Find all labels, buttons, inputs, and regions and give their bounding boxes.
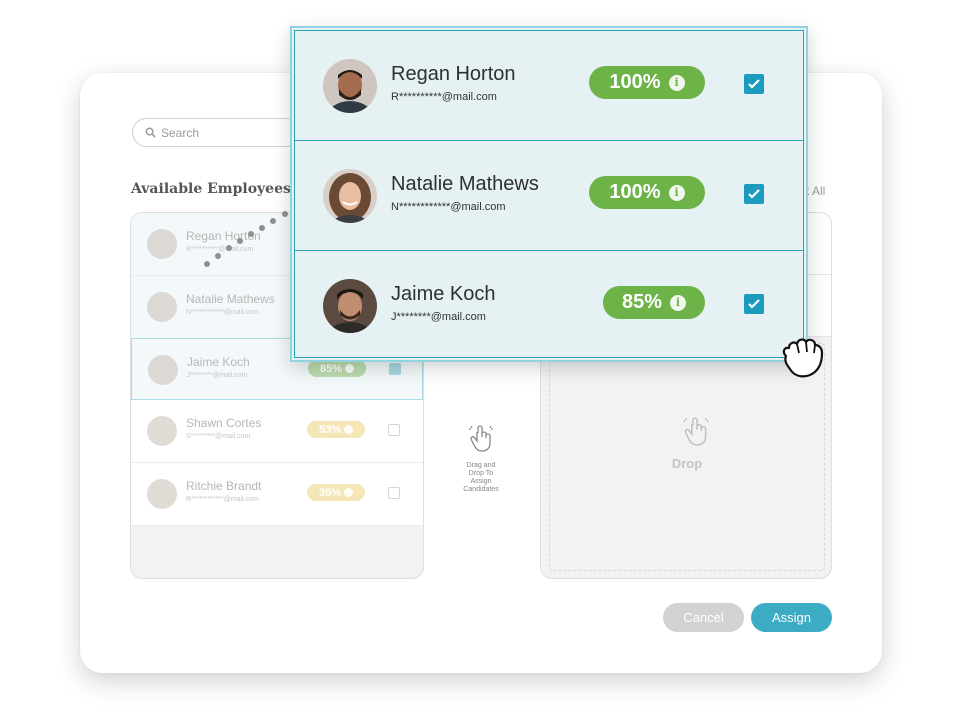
row-checkbox[interactable]	[388, 487, 400, 499]
employee-name: Regan Horton	[391, 63, 516, 85]
dragged-selection-overlay[interactable]: Regan Horton R**********@mail.com 100% i…	[290, 26, 808, 362]
score-badge: 53%	[307, 421, 365, 438]
drag-drop-hint: Drag and Drop To Assign Candidates	[460, 423, 502, 494]
avatar	[147, 479, 177, 509]
list-item[interactable]: Ritchie Brandt R************@mail.com 35…	[131, 463, 423, 526]
hint-line: Drag and	[466, 462, 496, 469]
employee-email: J********@mail.com	[391, 311, 486, 323]
employee-email: J********@mail.com	[187, 372, 248, 379]
employee-email: N************@mail.com	[391, 201, 506, 213]
info-icon[interactable]	[344, 488, 354, 497]
avatar	[147, 229, 177, 259]
row-checkbox[interactable]	[744, 184, 764, 204]
dragged-items: Regan Horton R**********@mail.com 100% i…	[294, 30, 804, 358]
drop-label: Drop	[671, 456, 703, 471]
info-icon[interactable]: i	[670, 294, 687, 311]
search-placeholder: Search	[161, 125, 200, 140]
employee-name: Natalie Mathews	[391, 173, 539, 195]
list-item[interactable]: Shawn Cortes S*********@mail.com 53%	[131, 400, 423, 463]
employee-email: R**********@mail.com	[391, 91, 497, 103]
info-icon[interactable]: i	[668, 74, 685, 91]
employee-name: Jaime Koch	[187, 355, 250, 369]
row-checkbox[interactable]	[388, 424, 400, 436]
avatar	[147, 416, 177, 446]
hint-line: Assign	[470, 478, 492, 485]
score-value: 100%	[609, 181, 661, 203]
score-badge: 85%	[308, 360, 366, 377]
avatar	[147, 292, 177, 322]
score-badge: 100% i	[589, 66, 705, 99]
score-value: 85%	[621, 291, 663, 313]
employee-name: Jaime Koch	[391, 283, 496, 305]
select-all-link[interactable]: t All	[806, 184, 825, 198]
cancel-button[interactable]: Cancel	[663, 603, 744, 632]
row-checkbox[interactable]	[744, 294, 764, 314]
dragged-item[interactable]: Regan Horton R**********@mail.com 100% i	[295, 31, 803, 141]
avatar	[323, 59, 377, 113]
drag-path-dots	[204, 211, 288, 267]
check-icon	[748, 79, 760, 89]
score-badge: 85% i	[603, 286, 705, 319]
employee-name: Ritchie Brandt	[186, 479, 262, 493]
score-value: 53%	[318, 423, 342, 436]
info-icon[interactable]	[344, 425, 354, 434]
check-icon	[748, 299, 760, 309]
hint-line: Drop To	[468, 470, 494, 477]
drag-hand-icon	[460, 423, 502, 456]
score-value: 100%	[609, 71, 661, 93]
score-badge: 100% i	[589, 176, 705, 209]
drag-hand-icon	[680, 414, 712, 453]
avatar	[323, 279, 377, 333]
employee-name: Natalie Mathews	[186, 292, 275, 306]
employee-email: N************@mail.com	[186, 309, 259, 316]
info-icon[interactable]	[345, 364, 355, 373]
score-value: 35%	[318, 486, 342, 499]
row-checkbox[interactable]	[389, 363, 401, 375]
check-icon	[748, 189, 760, 199]
assign-button[interactable]: Assign	[751, 603, 832, 632]
employee-name: Shawn Cortes	[186, 416, 262, 430]
dragged-item[interactable]: Natalie Mathews N************@mail.com 1…	[295, 141, 803, 251]
dragged-item[interactable]: Jaime Koch J********@mail.com 85% i	[295, 251, 803, 359]
search-icon	[145, 127, 157, 139]
employee-email: R************@mail.com	[186, 496, 259, 503]
info-icon[interactable]: i	[668, 184, 685, 201]
score-badge: 35%	[307, 484, 365, 501]
avatar	[148, 355, 178, 385]
available-employees-title: Available Employees	[131, 181, 291, 197]
grab-hand-icon	[782, 338, 824, 378]
hint-line: Candidates	[463, 486, 499, 493]
score-value: 85%	[319, 362, 343, 375]
row-checkbox[interactable]	[744, 74, 764, 94]
employee-email: S*********@mail.com	[186, 433, 251, 440]
search-input[interactable]: Search	[132, 118, 302, 147]
avatar	[323, 169, 377, 223]
stage: Search Available Employees t All Regan H…	[0, 0, 962, 718]
